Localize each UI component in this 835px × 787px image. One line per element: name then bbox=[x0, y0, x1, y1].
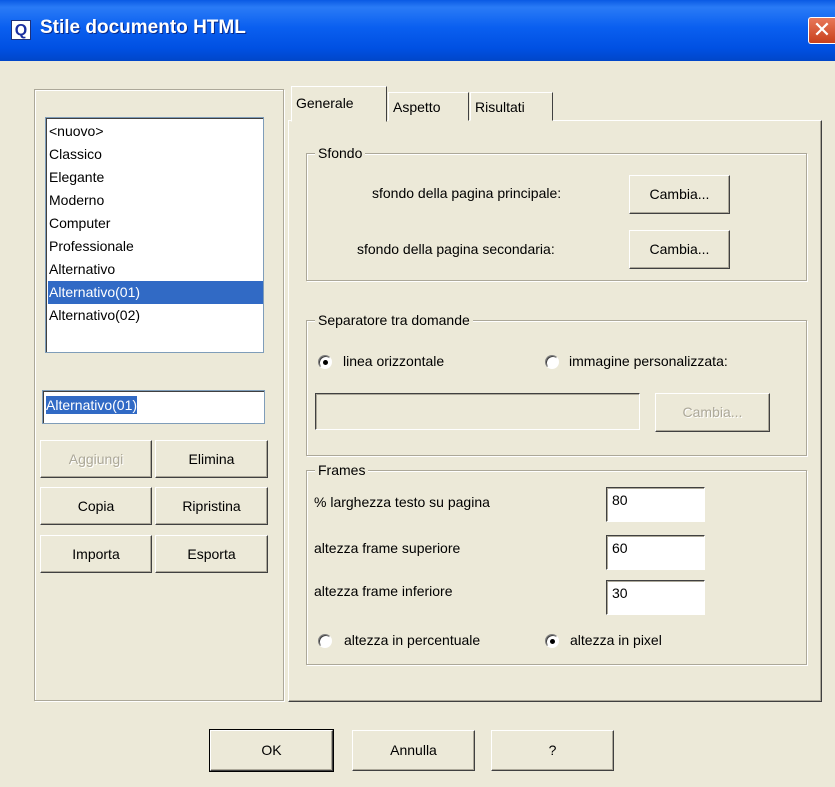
text-width-value: 80 bbox=[612, 492, 628, 508]
height-pixel-label[interactable]: altezza in pixel bbox=[570, 632, 662, 648]
style-name-value: Alternativo(01) bbox=[46, 396, 138, 414]
list-item-selected[interactable]: Alternativo(01) bbox=[48, 281, 263, 304]
style-name-input[interactable]: Alternativo(01) bbox=[42, 390, 265, 424]
secondary-page-background-label: sfondo della pagina secondaria: bbox=[357, 241, 555, 257]
title-bar[interactable]: Q Stile documento HTML ✕ bbox=[0, 0, 835, 61]
bottom-frame-height-input[interactable]: 30 bbox=[606, 580, 705, 615]
list-item[interactable]: Alternativo bbox=[48, 258, 263, 281]
custom-image-label[interactable]: immagine personalizzata: bbox=[569, 353, 728, 369]
style-listbox[interactable]: <nuovo> Classico Elegante Moderno Comput… bbox=[45, 117, 264, 353]
top-frame-height-value: 60 bbox=[612, 540, 628, 556]
bottom-frame-height-value: 30 bbox=[612, 585, 628, 601]
change-separator-image-button[interactable]: Cambia... bbox=[655, 393, 770, 432]
tab-appearance[interactable]: Aspetto bbox=[388, 92, 469, 121]
list-item[interactable]: Alternativo(02) bbox=[48, 304, 263, 327]
list-item[interactable]: Classico bbox=[48, 143, 263, 166]
copy-button[interactable]: Copia bbox=[40, 487, 152, 525]
change-secondary-background-button[interactable]: Cambia... bbox=[629, 230, 730, 269]
close-button[interactable]: ✕ bbox=[808, 17, 835, 44]
horizontal-line-label[interactable]: linea orizzontale bbox=[343, 353, 444, 369]
height-percent-label[interactable]: altezza in percentuale bbox=[344, 632, 480, 648]
list-item[interactable]: Professionale bbox=[48, 235, 263, 258]
horizontal-line-radio[interactable] bbox=[318, 355, 332, 369]
list-item[interactable]: Elegante bbox=[48, 166, 263, 189]
import-button[interactable]: Importa bbox=[40, 535, 152, 573]
text-width-input[interactable]: 80 bbox=[606, 487, 705, 522]
custom-image-radio[interactable] bbox=[545, 355, 559, 369]
cancel-button[interactable]: Annulla bbox=[352, 730, 475, 771]
tab-results[interactable]: Risultati bbox=[470, 92, 553, 121]
restore-button[interactable]: Ripristina bbox=[155, 487, 268, 525]
height-percent-radio[interactable] bbox=[318, 634, 332, 648]
help-button[interactable]: ? bbox=[491, 730, 614, 771]
separator-group: Separatore tra domande bbox=[306, 312, 807, 456]
window-title: Stile documento HTML bbox=[40, 17, 246, 38]
separator-group-legend: Separatore tra domande bbox=[315, 312, 473, 328]
list-item[interactable]: Moderno bbox=[48, 189, 263, 212]
list-item[interactable]: Computer bbox=[48, 212, 263, 235]
bottom-frame-height-label: altezza frame inferiore bbox=[314, 583, 453, 599]
main-page-background-label: sfondo della pagina principale: bbox=[372, 185, 562, 201]
change-main-background-button[interactable]: Cambia... bbox=[629, 175, 730, 214]
top-frame-height-input[interactable]: 60 bbox=[606, 535, 705, 570]
frames-group-legend: Frames bbox=[315, 462, 369, 478]
list-item[interactable]: <nuovo> bbox=[48, 120, 263, 143]
app-icon: Q bbox=[11, 20, 31, 40]
add-button[interactable]: Aggiungi bbox=[40, 440, 152, 478]
background-group: Sfondo bbox=[306, 145, 807, 281]
export-button[interactable]: Esporta bbox=[155, 535, 268, 573]
delete-button[interactable]: Elimina bbox=[155, 440, 268, 478]
top-frame-height-label: altezza frame superiore bbox=[314, 540, 461, 556]
background-group-legend: Sfondo bbox=[315, 145, 366, 161]
tab-general[interactable]: Generale bbox=[291, 86, 387, 122]
height-pixel-radio[interactable] bbox=[545, 634, 559, 648]
ok-button[interactable]: OK bbox=[209, 729, 334, 772]
separator-image-path-input[interactable] bbox=[315, 393, 640, 430]
text-width-label: % larghezza testo su pagina bbox=[314, 494, 490, 510]
